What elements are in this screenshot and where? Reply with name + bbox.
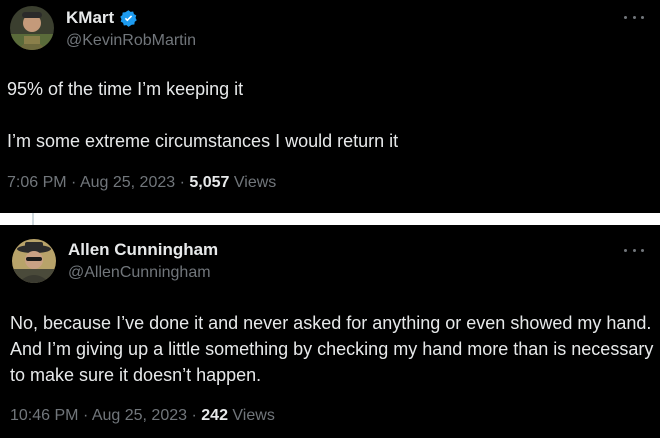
meta-separator: · (82, 407, 89, 424)
display-name[interactable]: KMart (66, 8, 114, 28)
tweet-meta: 10:46 PM · Aug 25, 2023 · 242 Views (10, 407, 275, 425)
tweet-text-paragraph: 95% of the time I’m keeping it (7, 79, 244, 99)
more-horizontal-icon[interactable] (624, 246, 644, 254)
tweet-kmart[interactable]: KMart @KevinRobMartin 95% of the time I’… (0, 0, 660, 213)
views-label: Views (233, 174, 277, 191)
tweet-separator (0, 213, 660, 225)
meta-separator: · (71, 174, 77, 191)
thread-connector-line (32, 213, 34, 225)
avatar[interactable] (10, 6, 54, 50)
views-count: 242 (201, 407, 228, 424)
tweet-timestamp-date[interactable]: Aug 25, 2023 (92, 407, 187, 424)
avatar-photo-icon (12, 239, 56, 283)
tweet-allen-cunningham[interactable]: Allen Cunningham @AllenCunningham No, be… (0, 225, 660, 438)
meta-separator: · (179, 174, 185, 191)
tweet-text-paragraph: I’m some extreme circumstances I would r… (7, 131, 399, 151)
tweet-timestamp-date[interactable]: Aug 25, 2023 (80, 174, 175, 191)
more-horizontal-icon[interactable] (624, 13, 644, 21)
avatar[interactable] (12, 239, 56, 283)
tweet-timestamp-time[interactable]: 7:06 PM (7, 174, 67, 191)
verified-badge-icon (120, 9, 137, 27)
tweet-meta: 7:06 PM · Aug 25, 2023 · 5,057 Views (7, 174, 276, 192)
tweet-text-paragraph: No, because I’ve done it and never asked… (10, 313, 654, 385)
views-count: 5,057 (189, 174, 230, 191)
display-name[interactable]: Allen Cunningham (68, 240, 218, 260)
user-handle[interactable]: @AllenCunningham (68, 264, 211, 282)
views-label: Views (232, 407, 275, 424)
user-handle[interactable]: @KevinRobMartin (66, 32, 196, 50)
avatar-photo-icon (10, 6, 54, 50)
meta-separator: · (191, 407, 197, 424)
tweet-timestamp-time[interactable]: 10:46 PM (10, 407, 78, 424)
